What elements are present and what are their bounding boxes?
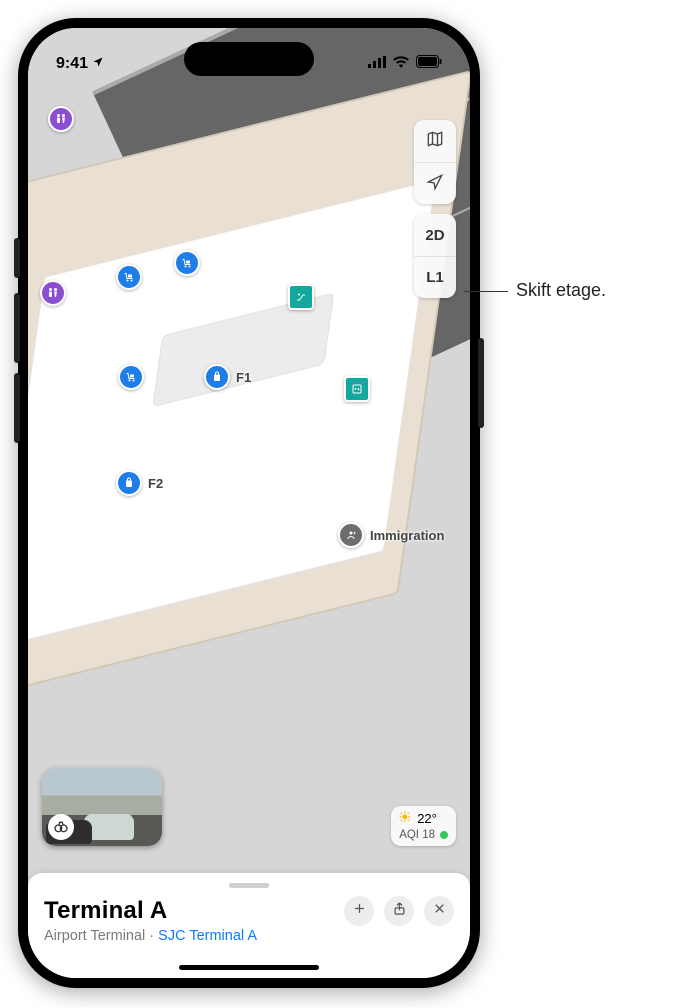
location-services-icon [92, 55, 104, 73]
poi-label: F2 [148, 476, 163, 491]
poi-baggage-f2[interactable]: F2 [116, 470, 163, 496]
baggage-cart-icon [118, 364, 144, 390]
poi-immigration[interactable]: Immigration [338, 522, 444, 548]
share-icon [392, 901, 407, 921]
restroom-icon [40, 280, 66, 306]
baggage-cart-icon [116, 264, 142, 290]
poi-baggage-cart-3[interactable] [118, 364, 144, 390]
silent-switch[interactable] [14, 238, 20, 278]
add-button[interactable] [344, 896, 374, 926]
wifi-icon [392, 55, 410, 73]
view-2d-button[interactable]: 2D [414, 214, 456, 256]
locate-me-button[interactable] [414, 162, 456, 204]
poi-escalator[interactable] [288, 284, 314, 310]
place-subtitle: Airport Terminal · SJC Terminal A [44, 928, 454, 944]
iphone-frame: 9:41 [18, 18, 480, 988]
close-button[interactable] [424, 896, 454, 926]
card-grabber[interactable] [229, 883, 269, 888]
luggage-icon [116, 470, 142, 496]
callout-leader-line [464, 291, 508, 292]
poi-label: F1 [236, 370, 251, 385]
temperature-value: 22° [417, 812, 437, 827]
battery-icon [416, 55, 442, 73]
place-title: Terminal A [44, 897, 167, 925]
power-button[interactable] [478, 338, 484, 428]
poi-baggage-f1[interactable]: F1 [204, 364, 251, 390]
aqi-label: AQI 18 [399, 829, 435, 842]
volume-down-button[interactable] [14, 373, 20, 443]
place-card[interactable]: Terminal A Airport Terminal · SJC Termin… [28, 873, 470, 978]
binoculars-icon [48, 814, 74, 840]
map-mode-button[interactable] [414, 120, 456, 162]
map-icon [425, 129, 445, 153]
escalator-icon [288, 284, 314, 310]
status-time: 9:41 [56, 55, 88, 73]
location-arrow-icon [425, 172, 445, 196]
place-category: Airport Terminal [44, 928, 145, 944]
luggage-icon [204, 364, 230, 390]
place-link[interactable]: SJC Terminal A [158, 928, 257, 944]
home-indicator[interactable] [179, 965, 319, 970]
sun-icon [399, 811, 413, 829]
volume-up-button[interactable] [14, 293, 20, 363]
dynamic-island [184, 42, 314, 76]
poi-restroom-1[interactable] [48, 106, 74, 132]
elevator-icon [344, 376, 370, 402]
share-button[interactable] [384, 896, 414, 926]
restroom-icon [48, 106, 74, 132]
floor-label: L1 [426, 269, 444, 286]
close-icon [432, 901, 447, 921]
callout-text: Skift etage. [516, 280, 606, 301]
look-around-thumbnail[interactable] [42, 768, 162, 846]
poi-baggage-cart-1[interactable] [116, 264, 142, 290]
screen: 9:41 [28, 28, 470, 978]
poi-baggage-cart-2[interactable] [174, 250, 200, 276]
poi-elevator[interactable] [344, 376, 370, 402]
map-controls: 2D L1 [414, 120, 456, 298]
aqi-status-dot [440, 831, 448, 839]
immigration-icon [338, 522, 364, 548]
view-2d-label: 2D [425, 227, 444, 244]
cellular-signal-icon [368, 55, 386, 73]
baggage-cart-icon [174, 250, 200, 276]
poi-label: Immigration [370, 528, 444, 543]
weather-chip[interactable]: 22° AQI 18 [391, 806, 456, 846]
poi-restroom-2[interactable] [40, 280, 66, 306]
plus-icon [352, 901, 367, 921]
floor-picker-button[interactable]: L1 [414, 256, 456, 298]
